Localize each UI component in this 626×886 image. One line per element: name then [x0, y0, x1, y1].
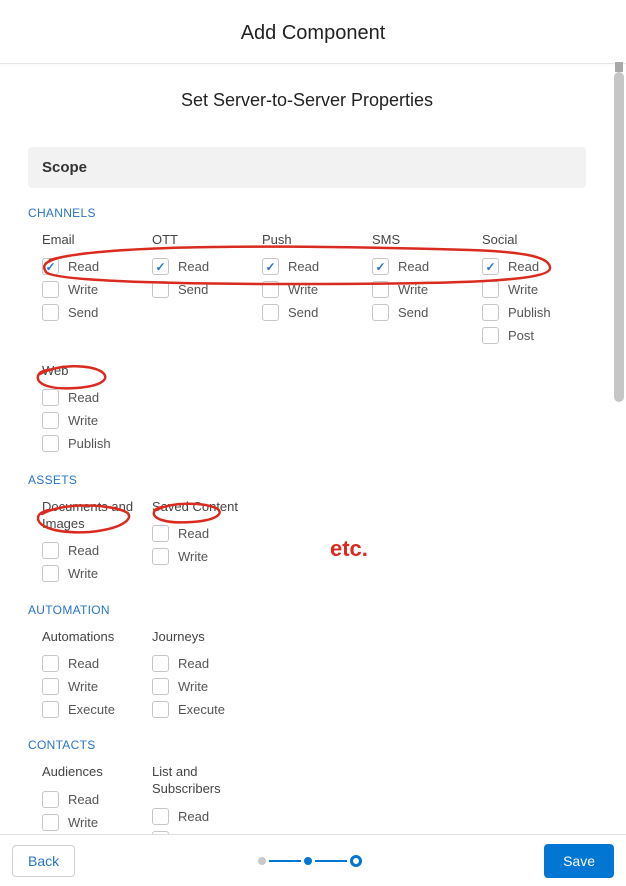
section-scope: Scope: [28, 147, 586, 188]
checkbox-push-write[interactable]: [262, 281, 279, 298]
scroll-area[interactable]: Set Server-to-Server Properties Scope CH…: [0, 60, 614, 834]
checkbox-label: Publish: [68, 436, 111, 451]
checkbox-sms-read[interactable]: [372, 258, 389, 275]
checkbox-automations-write[interactable]: [42, 678, 59, 695]
checkbox-automations-read[interactable]: [42, 655, 59, 672]
checkbox-documents-and-images-write[interactable]: [42, 565, 59, 582]
column-head: Audiences: [42, 764, 152, 781]
group-label-channels: CHANNELS: [28, 206, 586, 220]
checkbox-label: Send: [398, 305, 428, 320]
checkbox-label: Write: [68, 282, 98, 297]
checkbox-saved-content-write[interactable]: [152, 548, 169, 565]
checkbox-label: Write: [68, 413, 98, 428]
progress-bar-1: [269, 860, 301, 862]
checkbox-label: Read: [398, 259, 429, 274]
checkbox-label: Read: [288, 259, 319, 274]
checkbox-social-write[interactable]: [482, 281, 499, 298]
checkbox-label: Execute: [68, 702, 115, 717]
page-subheader: Set Server-to-Server Properties: [28, 90, 586, 111]
column-head: Journeys: [152, 629, 262, 646]
checkbox-label: Send: [68, 305, 98, 320]
group-label-assets: ASSETS: [28, 473, 586, 487]
checkbox-label: Read: [178, 809, 209, 824]
checkbox-audiences-read[interactable]: [42, 791, 59, 808]
checkbox-label: Read: [178, 259, 209, 274]
checkbox-automations-execute[interactable]: [42, 701, 59, 718]
checkbox-push-read[interactable]: [262, 258, 279, 275]
checkbox-label: Write: [508, 282, 538, 297]
checkbox-web-write[interactable]: [42, 412, 59, 429]
group-label-contacts: CONTACTS: [28, 738, 586, 752]
checkbox-list-and-subscribers-read[interactable]: [152, 808, 169, 825]
checkbox-label: Write: [178, 679, 208, 694]
checkbox-label: Send: [178, 282, 208, 297]
checkbox-label: Write: [68, 815, 98, 830]
checkbox-label: Read: [68, 259, 99, 274]
checkbox-label: Read: [68, 656, 99, 671]
checkbox-web-read[interactable]: [42, 389, 59, 406]
checkbox-social-post[interactable]: [482, 327, 499, 344]
checkbox-label: Write: [178, 549, 208, 564]
checkbox-label: Read: [68, 543, 99, 558]
progress-step-1[interactable]: [258, 857, 266, 865]
column-head: SMS: [372, 232, 482, 249]
group-label-automation: AUTOMATION: [28, 603, 586, 617]
checkbox-push-send[interactable]: [262, 304, 279, 321]
checkbox-label: Send: [288, 305, 318, 320]
save-button[interactable]: Save: [544, 844, 614, 878]
column-head: Push: [262, 232, 372, 249]
checkbox-social-publish[interactable]: [482, 304, 499, 321]
column-head: Documents and Images: [42, 499, 152, 533]
checkbox-journeys-write[interactable]: [152, 678, 169, 695]
progress-step-3[interactable]: [350, 855, 362, 867]
checkbox-email-send[interactable]: [42, 304, 59, 321]
checkbox-ott-send[interactable]: [152, 281, 169, 298]
scroll-arrow-icon[interactable]: [615, 62, 623, 72]
checkbox-saved-content-read[interactable]: [152, 525, 169, 542]
column-head: List and Subscribers: [152, 764, 262, 798]
checkbox-label: Write: [398, 282, 428, 297]
checkbox-label: Publish: [508, 305, 551, 320]
checkbox-label: Read: [68, 792, 99, 807]
checkbox-email-read[interactable]: [42, 258, 59, 275]
checkbox-documents-and-images-read[interactable]: [42, 542, 59, 559]
checkbox-email-write[interactable]: [42, 281, 59, 298]
column-head: Web: [42, 363, 152, 380]
checkbox-label: Write: [68, 679, 98, 694]
checkbox-label: Post: [508, 328, 534, 343]
checkbox-social-read[interactable]: [482, 258, 499, 275]
checkbox-journeys-execute[interactable]: [152, 701, 169, 718]
annotation-etc: etc.: [330, 536, 368, 562]
checkbox-label: Read: [68, 390, 99, 405]
checkbox-journeys-read[interactable]: [152, 655, 169, 672]
column-head: Social: [482, 232, 592, 249]
scrollbar-thumb[interactable]: [614, 72, 624, 402]
checkbox-label: Execute: [178, 702, 225, 717]
modal-title: Add Component: [0, 0, 626, 63]
step-progress: [75, 855, 544, 867]
progress-step-2[interactable]: [304, 857, 312, 865]
checkbox-audiences-write[interactable]: [42, 814, 59, 831]
checkbox-label: Read: [178, 656, 209, 671]
back-button[interactable]: Back: [12, 845, 75, 877]
progress-bar-2: [315, 860, 347, 862]
modal-footer: Back Save: [0, 834, 626, 886]
checkbox-sms-send[interactable]: [372, 304, 389, 321]
column-head: Saved Content: [152, 499, 262, 516]
checkbox-ott-read[interactable]: [152, 258, 169, 275]
checkbox-label: Write: [68, 566, 98, 581]
column-head: OTT: [152, 232, 262, 249]
checkbox-label: Read: [508, 259, 539, 274]
checkbox-label: Read: [178, 526, 209, 541]
column-head: Email: [42, 232, 152, 249]
column-head: Automations: [42, 629, 152, 646]
checkbox-label: Write: [288, 282, 318, 297]
checkbox-sms-write[interactable]: [372, 281, 389, 298]
checkbox-web-publish[interactable]: [42, 435, 59, 452]
